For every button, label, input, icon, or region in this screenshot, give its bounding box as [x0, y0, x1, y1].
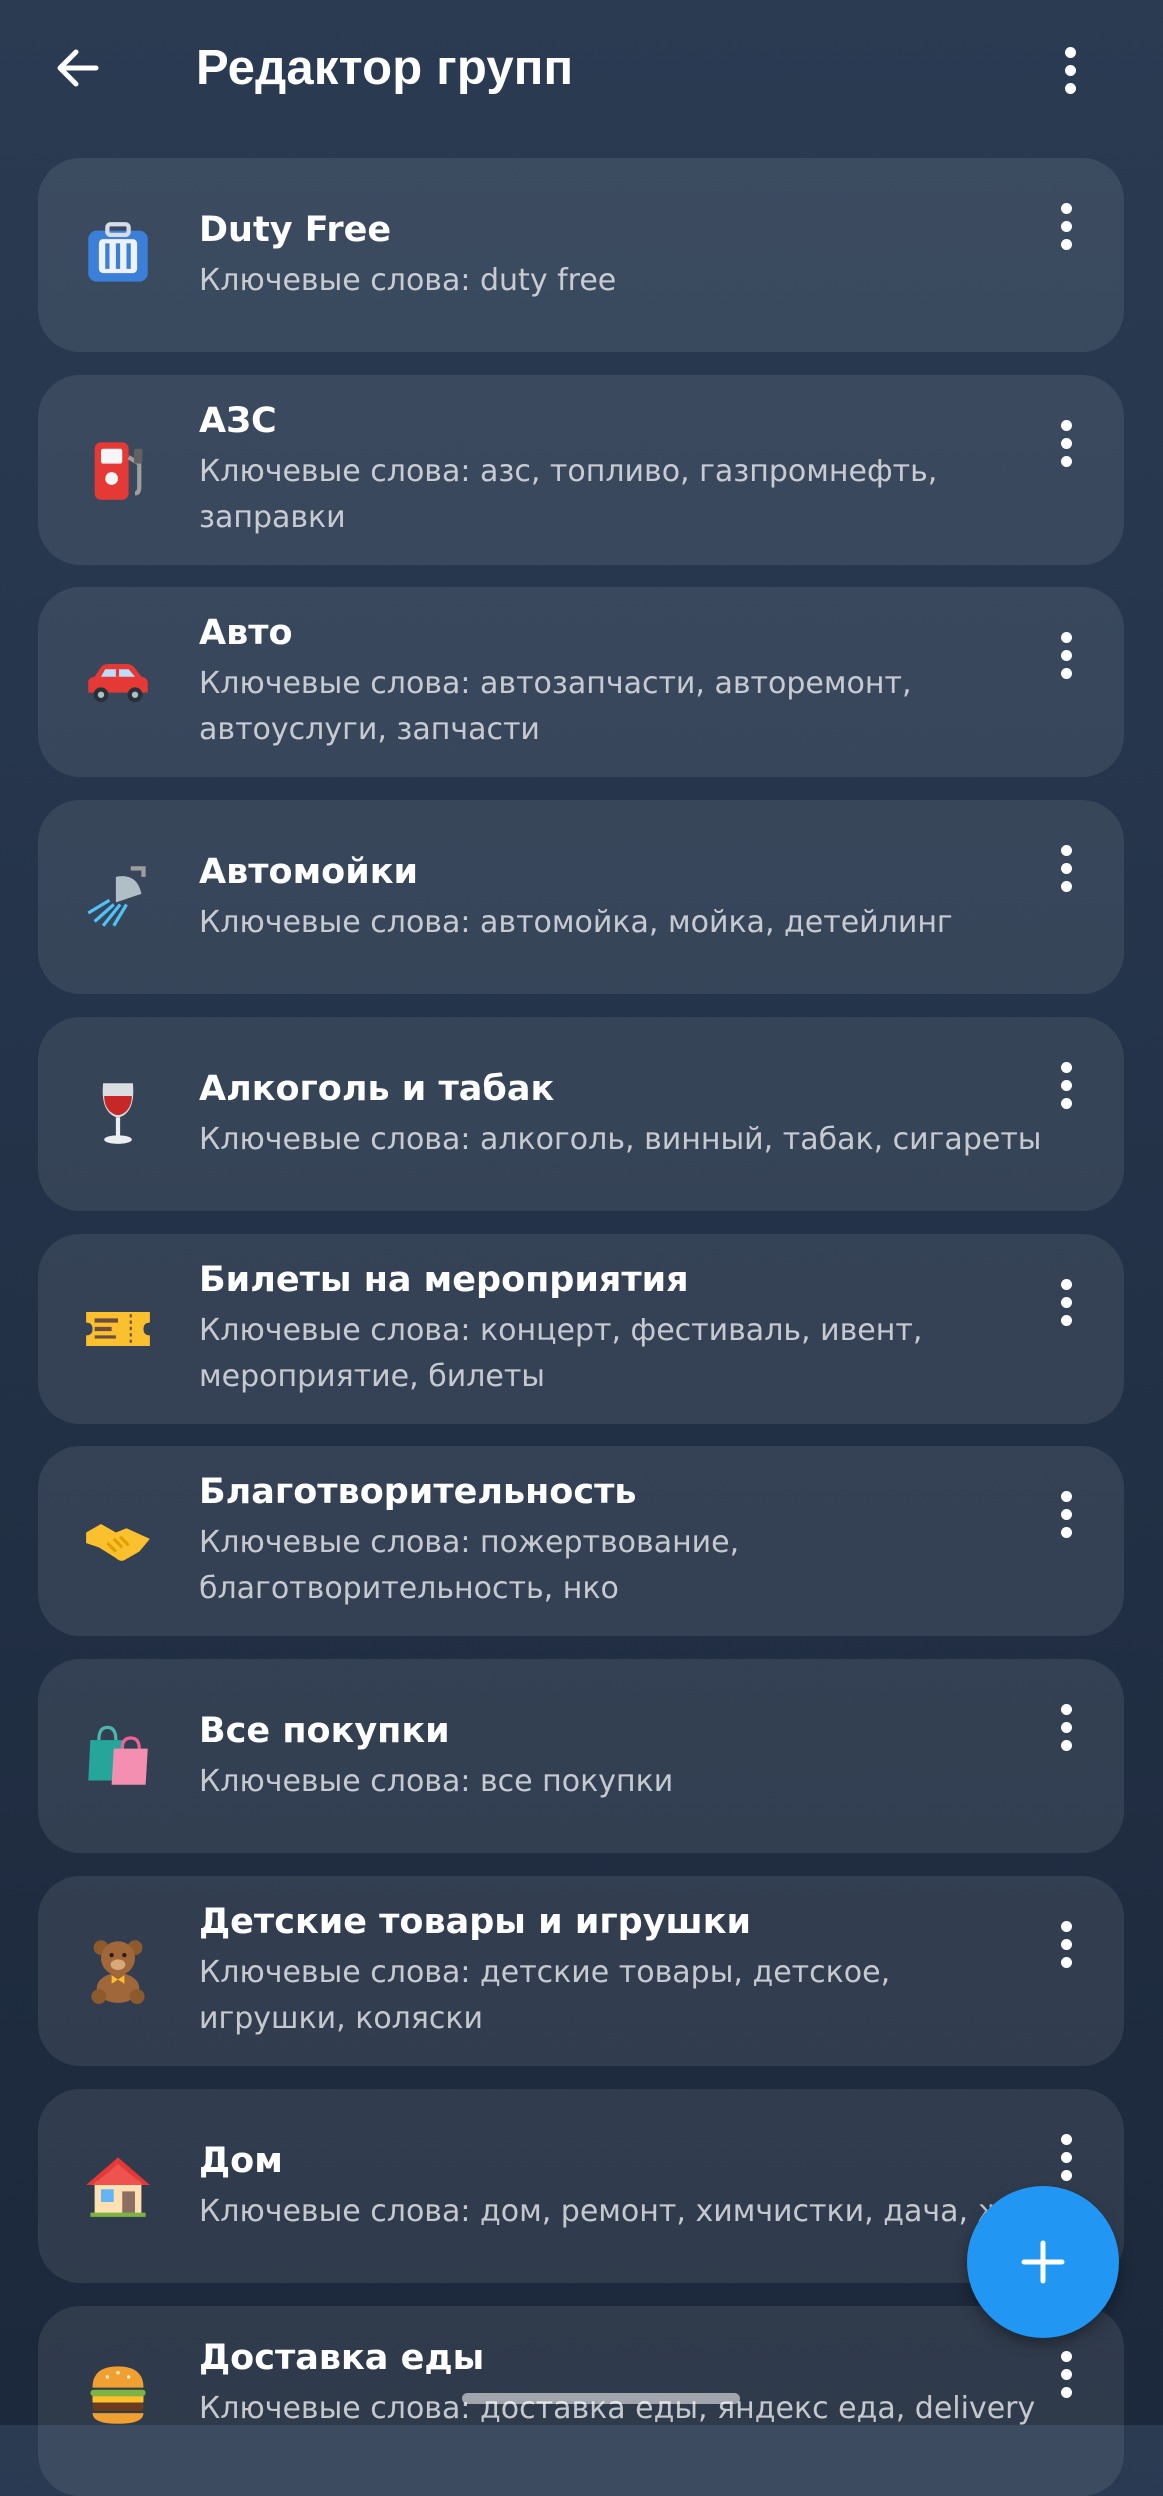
home-indicator[interactable] [462, 2393, 740, 2404]
group-menu-button[interactable] [1036, 186, 1096, 266]
group-name: Дом [199, 2141, 283, 2181]
more-vertical-icon [1060, 1490, 1072, 1538]
group-keywords: Ключевые слова: концерт, фестиваль, ивен… [199, 1313, 923, 1394]
more-vertical-icon [1060, 844, 1072, 892]
group-keywords: Ключевые слова: азс, топливо, газпромнеф… [199, 454, 938, 535]
group-keywords: Ключевые слова: детские товары, детское,… [199, 1955, 891, 2036]
group-card-duty-free[interactable]: Duty Free Ключевые слова: duty free [38, 158, 1124, 352]
shower-icon [82, 860, 154, 932]
group-card-avtomoyki[interactable]: Автомойки Ключевые слова: автомойка, мой… [38, 800, 1124, 994]
group-menu-button[interactable] [1036, 828, 1096, 908]
group-card-blagotvoritelnost[interactable]: Благотворительность Ключевые слова: поже… [38, 1446, 1124, 1636]
group-list: Duty Free Ключевые слова: duty free АЗС … [0, 0, 1163, 2496]
car-icon [82, 646, 154, 718]
group-card-alkogol[interactable]: Алкоголь и табак Ключевые слова: алкогол… [38, 1017, 1124, 1211]
more-vertical-icon [1060, 202, 1072, 250]
group-menu-button[interactable] [1036, 1474, 1096, 1554]
fuel-pump-icon [82, 434, 154, 506]
more-vertical-icon [1060, 2133, 1072, 2181]
luggage-icon [82, 218, 154, 290]
group-name: Благотворительность [199, 1472, 637, 1512]
teddy-bear-icon [82, 1935, 154, 2007]
group-name: Билеты на мероприятия [199, 1260, 689, 1300]
group-name: Доставка еды [199, 2338, 485, 2378]
group-keywords: Ключевые слова: дом, ремонт, химчистки, … [199, 2194, 1005, 2229]
group-name: Все покупки [199, 1711, 450, 1751]
group-menu-button[interactable] [1036, 2334, 1096, 2414]
group-name: Алкоголь и табак [199, 1069, 555, 1109]
group-keywords: Ключевые слова: алкоголь, винный, табак,… [199, 1122, 1042, 1157]
more-vertical-icon [1060, 631, 1072, 679]
more-vertical-icon [1060, 1278, 1072, 1326]
more-vertical-icon [1060, 1061, 1072, 1109]
group-card-dom[interactable]: Дом Ключевые слова: дом, ремонт, химчист… [38, 2089, 1124, 2283]
wine-glass-icon [82, 1077, 154, 1149]
group-keywords: Ключевые слова: автозапчасти, авторемонт… [199, 666, 912, 747]
add-group-button[interactable] [967, 2186, 1119, 2338]
group-menu-button[interactable] [1036, 403, 1096, 483]
group-name: Duty Free [199, 210, 392, 250]
group-keywords: Ключевые слова: все покупки [199, 1764, 674, 1799]
group-name: Автомойки [199, 852, 419, 892]
group-card-vse-pokupki[interactable]: Все покупки Ключевые слова: все покупки [38, 1659, 1124, 1853]
group-menu-button[interactable] [1036, 1262, 1096, 1342]
group-card-bilety[interactable]: Билеты на мероприятия Ключевые слова: ко… [38, 1234, 1124, 1424]
group-keywords: Ключевые слова: duty free [199, 263, 617, 298]
ticket-icon [82, 1293, 154, 1365]
group-menu-button[interactable] [1036, 1687, 1096, 1767]
burger-icon [82, 2358, 154, 2430]
shopping-bags-icon [82, 1719, 154, 1791]
group-name: Авто [199, 613, 293, 653]
group-keywords: Ключевые слова: пожертвование, благотвор… [199, 1525, 740, 1606]
group-menu-button[interactable] [1036, 1904, 1096, 1984]
group-keywords: Ключевые слова: автомойка, мойка, детейл… [199, 905, 953, 940]
more-vertical-icon [1060, 2350, 1072, 2398]
group-name: АЗС [199, 401, 277, 441]
group-menu-button[interactable] [1036, 1045, 1096, 1125]
handshake-icon [82, 1505, 154, 1577]
group-card-azs[interactable]: АЗС Ключевые слова: азс, топливо, газпро… [38, 375, 1124, 565]
group-card-detskie-tovary[interactable]: Детские товары и игрушки Ключевые слова:… [38, 1876, 1124, 2066]
more-vertical-icon [1060, 1920, 1072, 1968]
house-icon [82, 2149, 154, 2221]
more-vertical-icon [1060, 419, 1072, 467]
group-menu-button[interactable] [1036, 2117, 1096, 2197]
group-menu-button[interactable] [1036, 615, 1096, 695]
group-name: Детские товары и игрушки [199, 1902, 751, 1942]
plus-icon [1021, 2240, 1065, 2284]
more-vertical-icon [1060, 1703, 1072, 1751]
group-card-avto[interactable]: Авто Ключевые слова: автозапчасти, автор… [38, 587, 1124, 777]
